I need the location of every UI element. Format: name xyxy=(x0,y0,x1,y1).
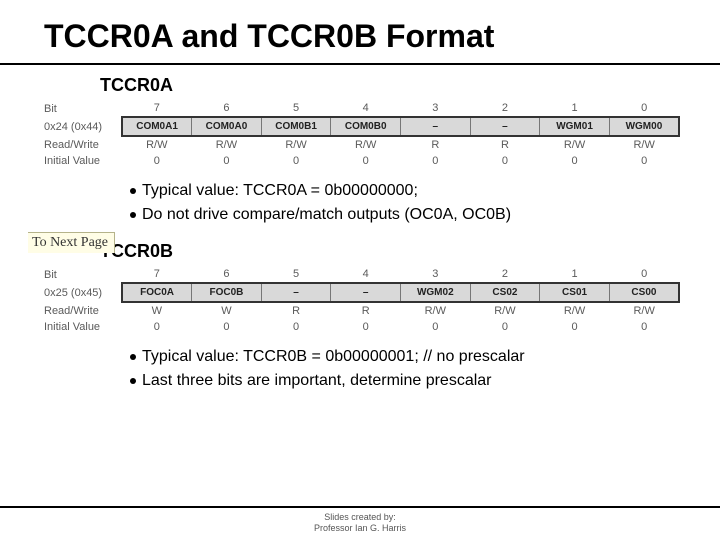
tccr0a-init-5: 0 xyxy=(261,153,331,169)
tccr0a-rw-5: R/W xyxy=(261,136,331,153)
tccr0a-register-table: Bit 7 6 5 4 3 2 1 0 0x24 (0x44) COM0A1 C… xyxy=(40,100,680,169)
tccr0a-rw-1: R/W xyxy=(540,136,610,153)
tccr0b-field-4: – xyxy=(331,283,401,302)
tccr0a-bullets: Typical value: TCCR0A = 0b00000000; Do n… xyxy=(130,179,720,227)
tccr0a-field-1: WGM01 xyxy=(540,117,610,136)
bullet-icon xyxy=(130,212,136,218)
tccr0a-bullet-1: Typical value: TCCR0A = 0b00000000; xyxy=(142,179,418,203)
tccr0b-bit-7: 7 xyxy=(122,266,192,283)
tccr0a-bit-6: 6 xyxy=(192,100,262,117)
tccr0a-rw-3: R xyxy=(401,136,471,153)
tccr0b-bit-5: 5 xyxy=(261,266,331,283)
tccr0b-bit-2: 2 xyxy=(470,266,540,283)
tccr0a-init-label: Initial Value xyxy=(40,153,122,169)
tccr0a-rw-2: R xyxy=(470,136,540,153)
tccr0b-init-5: 0 xyxy=(261,319,331,335)
footer-credit: Slides created by: Professor Ian G. Harr… xyxy=(0,506,720,535)
tccr0a-field-7: COM0A1 xyxy=(122,117,192,136)
tccr0a-rw-7: R/W xyxy=(122,136,192,153)
tccr0a-field-4: COM0B0 xyxy=(331,117,401,136)
tccr0a-init-6: 0 xyxy=(192,153,262,169)
tccr0b-init-6: 0 xyxy=(192,319,262,335)
tccr0a-bit-2: 2 xyxy=(470,100,540,117)
tccr0b-init-label: Initial Value xyxy=(40,319,122,335)
tccr0b-addr-label: 0x25 (0x45) xyxy=(40,283,122,302)
tccr0a-field-6: COM0A0 xyxy=(192,117,262,136)
tccr0a-bit-0: 0 xyxy=(609,100,679,117)
tccr0b-label: TCCR0B xyxy=(100,241,720,262)
tccr0a-bit-1: 1 xyxy=(540,100,610,117)
tccr0a-field-0: WGM00 xyxy=(609,117,679,136)
bullet-icon xyxy=(130,378,136,384)
tccr0b-field-7: FOC0A xyxy=(122,283,192,302)
tccr0b-init-3: 0 xyxy=(401,319,471,335)
tccr0b-field-3: WGM02 xyxy=(401,283,471,302)
tccr0b-bullet-1: Typical value: TCCR0B = 0b00000001; // n… xyxy=(142,345,525,369)
tccr0a-bit-3: 3 xyxy=(401,100,471,117)
tccr0b-bit-0: 0 xyxy=(609,266,679,283)
tccr0a-field-5: COM0B1 xyxy=(261,117,331,136)
to-next-page-button[interactable]: To Next Page xyxy=(28,232,115,253)
tccr0a-init-1: 0 xyxy=(540,153,610,169)
tccr0b-bullets: Typical value: TCCR0B = 0b00000001; // n… xyxy=(130,345,720,393)
tccr0b-init-0: 0 xyxy=(609,319,679,335)
tccr0b-register-table: Bit 7 6 5 4 3 2 1 0 0x25 (0x45) FOC0A FO… xyxy=(40,266,680,335)
tccr0a-bit-5: 5 xyxy=(261,100,331,117)
bullet-icon xyxy=(130,188,136,194)
tccr0a-rw-label: Read/Write xyxy=(40,136,122,153)
tccr0a-addr-label: 0x24 (0x44) xyxy=(40,117,122,136)
tccr0b-bit-1: 1 xyxy=(540,266,610,283)
tccr0a-bit-7: 7 xyxy=(122,100,192,117)
tccr0b-field-0: CS00 xyxy=(609,283,679,302)
tccr0b-rw-7: W xyxy=(122,302,192,319)
tccr0b-field-5: – xyxy=(261,283,331,302)
tccr0a-label: TCCR0A xyxy=(100,75,720,96)
tccr0b-init-4: 0 xyxy=(331,319,401,335)
tccr0a-bit-row-label: Bit xyxy=(40,100,122,117)
tccr0b-rw-4: R xyxy=(331,302,401,319)
tccr0b-field-1: CS01 xyxy=(540,283,610,302)
tccr0a-bullet-2: Do not drive compare/match outputs (OC0A… xyxy=(142,203,511,227)
tccr0b-rw-2: R/W xyxy=(470,302,540,319)
tccr0b-init-7: 0 xyxy=(122,319,192,335)
tccr0b-rw-1: R/W xyxy=(540,302,610,319)
tccr0a-init-2: 0 xyxy=(470,153,540,169)
tccr0b-bit-row-label: Bit xyxy=(40,266,122,283)
tccr0a-init-7: 0 xyxy=(122,153,192,169)
tccr0b-rw-3: R/W xyxy=(401,302,471,319)
tccr0b-bit-3: 3 xyxy=(401,266,471,283)
tccr0a-rw-4: R/W xyxy=(331,136,401,153)
footer-line-2: Professor Ian G. Harris xyxy=(0,523,720,534)
tccr0a-rw-6: R/W xyxy=(192,136,262,153)
tccr0a-bit-4: 4 xyxy=(331,100,401,117)
tccr0b-rw-label: Read/Write xyxy=(40,302,122,319)
tccr0b-init-1: 0 xyxy=(540,319,610,335)
tccr0a-init-3: 0 xyxy=(401,153,471,169)
tccr0a-rw-0: R/W xyxy=(609,136,679,153)
tccr0b-field-6: FOC0B xyxy=(192,283,262,302)
tccr0b-bit-6: 6 xyxy=(192,266,262,283)
tccr0b-rw-5: R xyxy=(261,302,331,319)
tccr0a-init-0: 0 xyxy=(609,153,679,169)
footer-line-1: Slides created by: xyxy=(0,512,720,523)
tccr0b-bullet-2: Last three bits are important, determine… xyxy=(142,369,492,393)
page-title: TCCR0A and TCCR0B Format xyxy=(0,0,720,65)
tccr0a-field-3: – xyxy=(401,117,471,136)
tccr0a-init-4: 0 xyxy=(331,153,401,169)
bullet-icon xyxy=(130,354,136,360)
tccr0b-init-2: 0 xyxy=(470,319,540,335)
tccr0b-field-2: CS02 xyxy=(470,283,540,302)
tccr0b-bit-4: 4 xyxy=(331,266,401,283)
tccr0a-field-2: – xyxy=(470,117,540,136)
tccr0b-rw-6: W xyxy=(192,302,262,319)
tccr0b-rw-0: R/W xyxy=(609,302,679,319)
